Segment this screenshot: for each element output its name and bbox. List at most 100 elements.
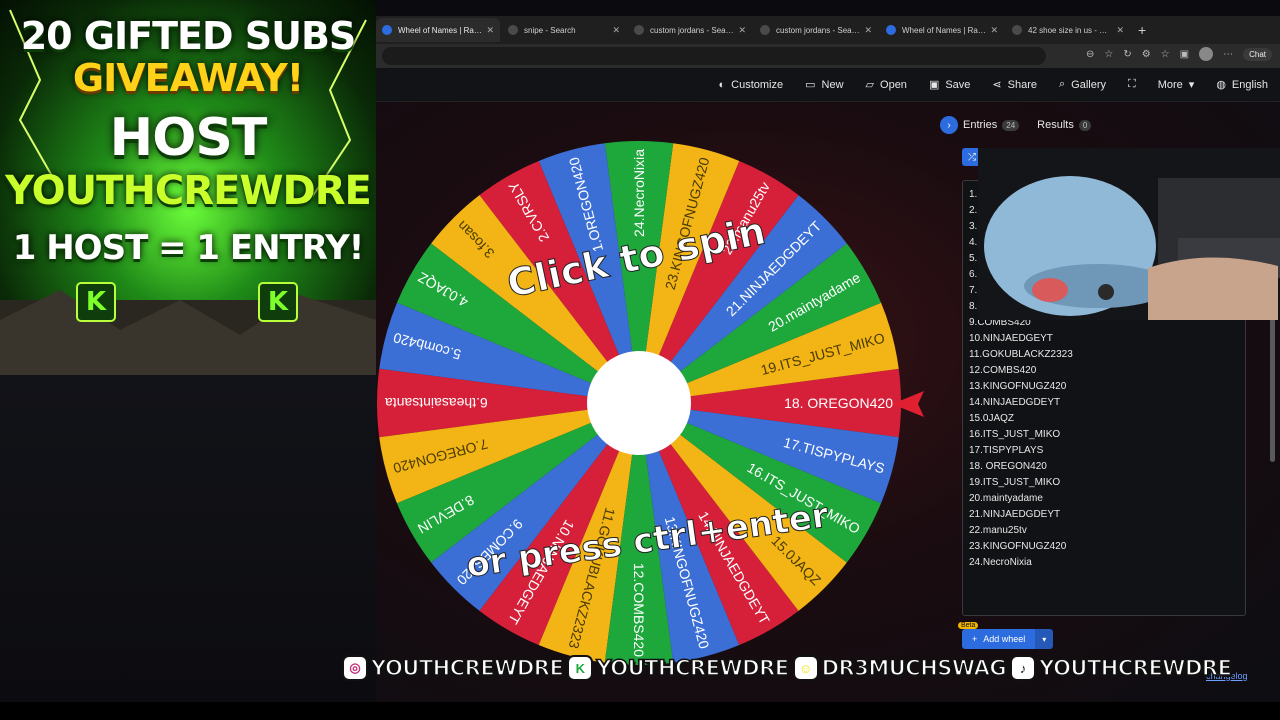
kick-logo-right: K bbox=[258, 282, 298, 322]
folder-icon: ▱ bbox=[865, 79, 875, 91]
browser-toolbar: ⊖ ☆ ↻ ⚙ ☆ ▣ ⋯ Chat bbox=[376, 44, 1280, 68]
bottom-strip bbox=[0, 702, 1280, 720]
new-tab-icon[interactable]: + bbox=[1138, 22, 1146, 38]
social-handle: YOUTHCREWDRE bbox=[370, 655, 564, 681]
collections-icon[interactable]: ▣ bbox=[1180, 49, 1189, 60]
extensions-icon[interactable]: ⚙ bbox=[1142, 49, 1151, 60]
add-wheel-control: + Add wheel ▾ bbox=[962, 629, 1054, 649]
giveaway-line-4: YOUTHCREWDRE bbox=[5, 168, 372, 214]
screen: Wheel of Names | Rand ✕ snipe - Search ✕ cus… bbox=[0, 0, 1280, 720]
browser-tab[interactable]: Wheel of Names | Rand ✕ bbox=[880, 18, 1004, 42]
gallery-button[interactable]: ⌕ Gallery bbox=[1059, 78, 1106, 91]
share-button[interactable]: ⋖ Share bbox=[992, 78, 1037, 92]
close-tab-icon[interactable]: ✕ bbox=[612, 25, 620, 36]
entry-line: 13.KINGOFNUGZ420 bbox=[969, 381, 1067, 392]
entry-line: 15.0JAQZ bbox=[969, 413, 1015, 424]
chevron-right-icon[interactable]: › bbox=[940, 116, 958, 134]
giveaway-overlay: 20 GIFTED SUBS GIVEAWAY! HOST YOUTHCREWD… bbox=[0, 0, 376, 375]
wheel[interactable]: 18. OREGON420 19.ITS_JUST_MIKO 20.maintyad… bbox=[374, 138, 904, 668]
close-tab-icon[interactable]: ✕ bbox=[1116, 25, 1124, 36]
address-bar[interactable] bbox=[382, 47, 1046, 65]
browser-tab[interactable]: 42 shoe size in us - Sea ✕ bbox=[1006, 18, 1130, 42]
social-item: K YOUTHCREWDRE bbox=[567, 655, 790, 681]
social-item: ◎ YOUTHCREWDRE bbox=[342, 655, 565, 681]
browser-tab[interactable]: custom jordans - Search ✕ bbox=[754, 18, 878, 42]
new-button[interactable]: ▭ New bbox=[805, 78, 843, 92]
entry-line: 12.COMBS420 bbox=[969, 365, 1037, 376]
close-tab-icon[interactable]: ✕ bbox=[990, 25, 998, 36]
social-item: ♪ YOUTHCREWDRE bbox=[1010, 655, 1233, 681]
browser-tab[interactable]: Wheel of Names | Rand ✕ bbox=[376, 18, 500, 42]
palette-icon: ◐ bbox=[718, 78, 726, 91]
chevron-down-icon: ▾ bbox=[1042, 634, 1047, 644]
zoom-icon[interactable]: ⊖ bbox=[1086, 49, 1094, 60]
chevron-down-icon: ▾ bbox=[1188, 79, 1195, 91]
customize-button[interactable]: ◐ Customize bbox=[719, 79, 784, 91]
social-handle: YOUTHCREWDRE bbox=[596, 655, 790, 681]
close-tab-icon[interactable]: ✕ bbox=[738, 25, 746, 36]
tiktok-icon: ♪ bbox=[1010, 655, 1037, 681]
social-item: ☺ DR3MUCHSWAG bbox=[792, 655, 1007, 681]
snapchat-icon: ☺ bbox=[792, 655, 819, 681]
giveaway-line-1: 20 GIFTED SUBS bbox=[20, 14, 357, 58]
tab-favicon-icon bbox=[634, 25, 644, 35]
save-button[interactable]: ▣ Save bbox=[929, 78, 970, 92]
giveaway-line-5: 1 HOST = 1 ENTRY! bbox=[12, 228, 365, 268]
favorite-star-icon[interactable]: ☆ bbox=[1104, 49, 1113, 60]
add-wheel-button[interactable]: + Add wheel bbox=[962, 629, 1036, 649]
browser-tab[interactable]: snipe - Search ✕ bbox=[502, 18, 626, 42]
tab-results[interactable]: Results 0 bbox=[1037, 119, 1092, 131]
wheel-slice-label: 12.COMBS420 bbox=[631, 563, 647, 657]
entry-line: 17.TISPYPLAYS bbox=[969, 445, 1044, 456]
entry-line: 10.NINJAEDGEYT bbox=[969, 333, 1053, 344]
close-tab-icon[interactable]: ✕ bbox=[486, 25, 494, 36]
file-icon: ▭ bbox=[805, 79, 816, 91]
tab-favicon-icon bbox=[886, 25, 896, 35]
kick-icon: K bbox=[567, 655, 594, 681]
entry-line: 11.GOKUBLACKZ2323 bbox=[969, 349, 1073, 360]
search-icon: ⌕ bbox=[1059, 78, 1066, 90]
webcam-feed-image bbox=[978, 148, 1280, 320]
wheel-slice-label: 6.theasaintsanta bbox=[385, 395, 488, 411]
tab-title: custom jordans - Search bbox=[650, 25, 735, 35]
app-header: ◐ Customize ▭ New ▱ Open ▣ Save ⋖ Share ⌕ Gall… bbox=[376, 68, 1280, 102]
wheel-center[interactable] bbox=[587, 351, 691, 455]
tab-favicon-icon bbox=[382, 25, 392, 35]
wheel-slice-label: 18. OREGON420 bbox=[784, 395, 893, 411]
wheel-pointer-icon bbox=[892, 391, 924, 417]
social-handles-bar: ◎ YOUTHCREWDRE K YOUTHCREWDRE ☺ DR3MUCHSWAG ♪ Y… bbox=[342, 652, 1233, 684]
tab-title: Wheel of Names | Rand bbox=[902, 25, 987, 35]
social-handle: DR3MUCHSWAG bbox=[821, 655, 1007, 681]
more-button[interactable]: More ▾ bbox=[1158, 78, 1195, 92]
wheel-svg[interactable]: 18. OREGON42019.ITS_JUST_MIKO20.maintyad… bbox=[374, 138, 904, 668]
language-button[interactable]: ◍ English bbox=[1216, 78, 1268, 92]
close-tab-icon[interactable]: ✕ bbox=[864, 25, 872, 36]
globe-icon: ◍ bbox=[1216, 79, 1226, 91]
add-wheel-dropdown[interactable]: ▾ bbox=[1035, 629, 1054, 649]
tab-favicon-icon bbox=[508, 25, 518, 35]
browser-tab-strip: Wheel of Names | Rand ✕ snipe - Search ✕ cus… bbox=[376, 16, 1280, 44]
tab-entries[interactable]: › Entries 24 bbox=[940, 116, 1020, 134]
entry-line: 14.NINJAEDGDEYT bbox=[969, 397, 1061, 408]
plus-icon: + bbox=[972, 634, 978, 644]
chat-button[interactable]: Chat bbox=[1243, 47, 1272, 61]
tab-favicon-icon bbox=[1012, 25, 1022, 35]
favorites-icon[interactable]: ☆ bbox=[1161, 49, 1170, 60]
entries-count-badge: 24 bbox=[1002, 119, 1020, 131]
giveaway-line-2: GIVEAWAY! bbox=[72, 56, 304, 100]
profile-avatar[interactable] bbox=[1199, 47, 1214, 61]
instagram-icon: ◎ bbox=[342, 655, 368, 681]
more-menu-icon[interactable]: ⋯ bbox=[1223, 49, 1233, 60]
webcam-overlay bbox=[978, 148, 1280, 320]
beta-badge: Beta bbox=[958, 622, 979, 629]
entry-line: 19.ITS_JUST_MIKO bbox=[969, 477, 1061, 488]
entry-line: 23.KINGOFNUGZ420 bbox=[969, 541, 1067, 552]
browser-tab[interactable]: custom jordans - Search ✕ bbox=[628, 18, 752, 42]
fullscreen-button[interactable]: ⛶ bbox=[1128, 78, 1136, 91]
refresh-icon[interactable]: ↻ bbox=[1123, 49, 1131, 60]
tab-title: Wheel of Names | Rand bbox=[398, 25, 483, 35]
wheel-slice-label: 24.NecroNixia bbox=[631, 149, 647, 237]
entry-line: 22.manu25tv bbox=[969, 525, 1027, 536]
fullscreen-icon: ⛶ bbox=[1128, 78, 1136, 90]
open-button[interactable]: ▱ Open bbox=[865, 78, 907, 92]
